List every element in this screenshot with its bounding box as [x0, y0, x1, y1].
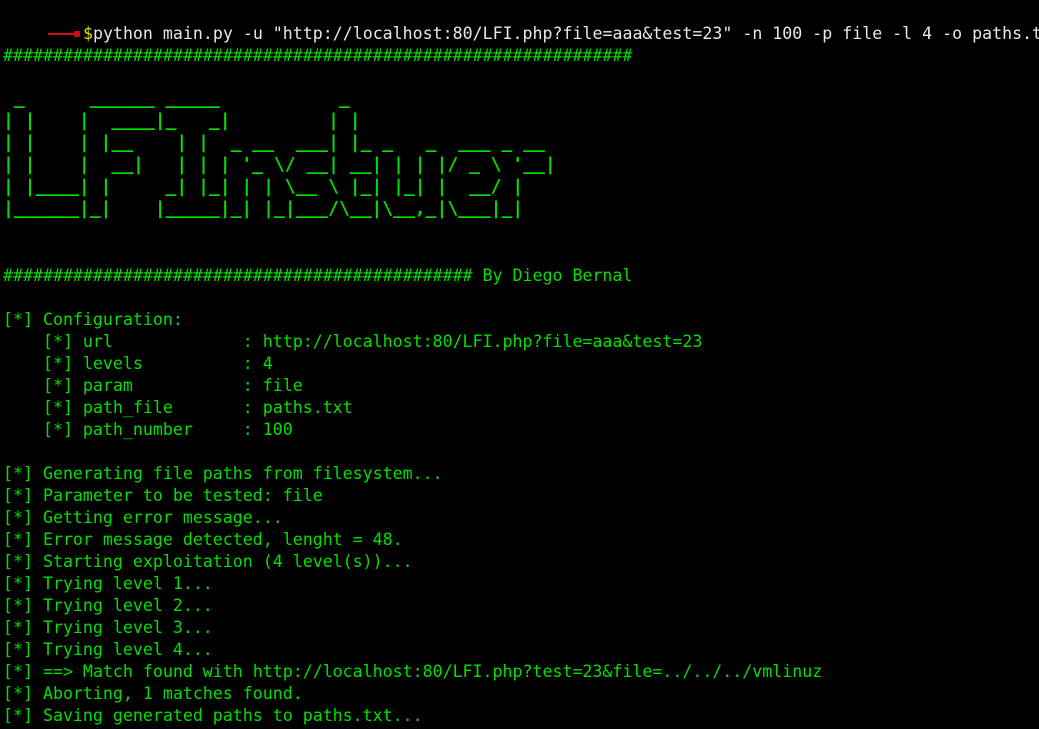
- log-line: [*] Trying level 4...: [3, 640, 213, 659]
- log-line: [*] Getting error message...: [3, 508, 283, 527]
- config-param: [*] param : file: [3, 376, 303, 395]
- author-line: ########################################…: [3, 266, 633, 285]
- log-line: [*] Trying level 1...: [3, 574, 213, 593]
- log-line: [*] Aborting, 1 matches found.: [3, 684, 303, 703]
- log-line: [*] Error message detected, lenght = 48.: [3, 530, 403, 549]
- log-line: [*] Parameter to be tested: file: [3, 486, 323, 505]
- config-url: [*] url : http://localhost:80/LFI.php?fi…: [3, 332, 703, 351]
- separator-line: ########################################…: [3, 46, 633, 65]
- log-line: [*] Generating file paths from filesyste…: [3, 464, 443, 483]
- config-levels: [*] levels : 4: [3, 354, 273, 373]
- terminal-window[interactable]: $python main.py -u "http://localhost:80/…: [0, 0, 1039, 729]
- config-path-file: [*] path_file : paths.txt: [3, 398, 353, 417]
- command-prompt-line[interactable]: $python main.py -u "http://localhost:80/…: [3, 1, 1039, 43]
- prompt-dollar: $: [82, 24, 93, 43]
- log-line: [*] Trying level 3...: [3, 618, 213, 637]
- red-arrow-icon: [43, 23, 83, 45]
- lfi-banner-ascii-art: _ ______ _____ _ | | | ____|_ _| | | | |…: [3, 88, 556, 219]
- log-line: [*] Trying level 2...: [3, 596, 213, 615]
- log-line-match: [*] ==> Match found with http://localhos…: [3, 662, 823, 681]
- log-line: [*] Starting exploitation (4 level(s))..…: [3, 552, 413, 571]
- config-path-number: [*] path_number : 100: [3, 420, 293, 439]
- config-header: [*] Configuration:: [3, 310, 183, 329]
- command-text: python main.py -u "http://localhost:80/L…: [92, 24, 1039, 43]
- log-line: [*] Saving generated paths to paths.txt.…: [3, 706, 423, 725]
